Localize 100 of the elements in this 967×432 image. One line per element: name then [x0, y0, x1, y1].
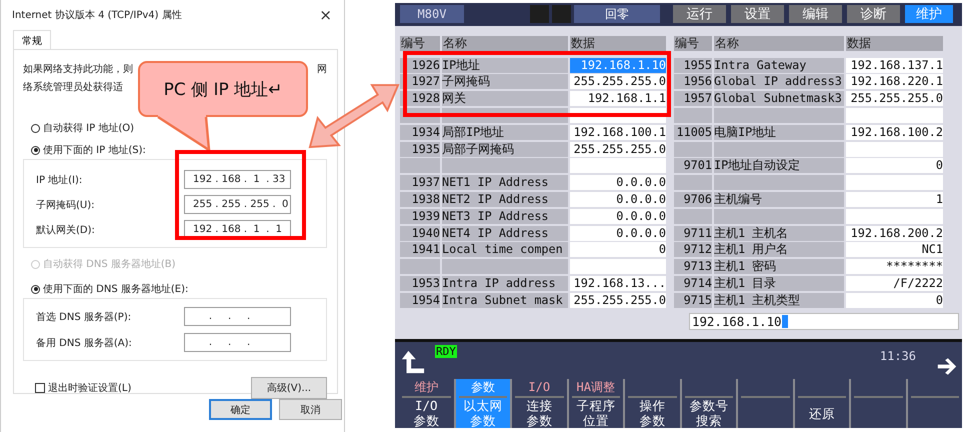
description-text: 网: [317, 63, 327, 76]
description-text: 如果网络支持此功能，则: [23, 62, 133, 76]
table-cell: 9712: [674, 242, 712, 258]
checkbox[interactable]: [35, 383, 45, 393]
table-cell: 1941: [400, 242, 440, 258]
table-cell[interactable]: 192.168.137.1: [846, 58, 943, 73]
table-cell: 主机1 用户名: [714, 242, 844, 258]
radio-button[interactable]: [31, 124, 40, 132]
dialog-button[interactable]: 取消: [279, 399, 342, 420]
table-cell[interactable]: 192.168.220.1: [846, 74, 943, 90]
table-cell: 1927: [400, 74, 440, 90]
softkey[interactable]: I/O 连接 参数: [510, 379, 566, 428]
empty-cell: [674, 175, 712, 190]
table-cell: 局部子网掩码: [442, 142, 568, 157]
radio-label: 自动获得 IP 地址(O): [43, 122, 134, 135]
table-cell[interactable]: 192.168.100.2: [846, 124, 943, 140]
menu-tab[interactable]: 诊断: [847, 5, 900, 24]
table-cell[interactable]: 0.0.0.0: [570, 226, 666, 241]
table-cell: 1938: [400, 192, 440, 208]
softkey[interactable]: HA调整 子程序 位置: [566, 379, 623, 428]
table-cell[interactable]: /F/2222: [846, 276, 943, 292]
table-cell: 1957: [674, 91, 712, 106]
softkey[interactable]: 操作 参数: [623, 379, 680, 428]
return-arrow-icon[interactable]: [401, 349, 425, 375]
softkey[interactable]: [849, 379, 906, 428]
softkey[interactable]: 维护 I/O 参数: [399, 379, 454, 428]
table-cell[interactable]: 255.255.255.0: [570, 142, 666, 157]
dialog-button[interactable]: 确定: [209, 399, 272, 420]
model-label: M80V: [400, 5, 464, 24]
input-field[interactable]: . . .: [184, 307, 291, 326]
indicator-lamp: [530, 5, 549, 24]
radio-button[interactable]: [31, 146, 40, 154]
radio-label: 使用下面的 DNS 服务器地址(E):: [43, 282, 188, 296]
column-header: 名称: [442, 36, 568, 51]
table-cell[interactable]: 0.0.0.0: [570, 175, 666, 190]
table-cell: 电脑IP地址: [714, 124, 844, 140]
table-cell[interactable]: 255.255.255.0: [570, 292, 666, 308]
description-text: 络系统管理员处获得适: [23, 80, 123, 94]
table-cell: 主机1 主机类型: [714, 292, 844, 308]
table-cell: 1928: [400, 91, 440, 106]
table-cell: 主机1 密码: [714, 259, 844, 274]
table-cell[interactable]: 0: [846, 292, 943, 308]
advanced-button[interactable]: 高级(V)...: [251, 377, 327, 399]
table-cell[interactable]: 192.168.13...: [570, 276, 666, 292]
table-cell[interactable]: 192.168.200.2: [846, 226, 943, 241]
table-cell[interactable]: 0: [570, 242, 666, 258]
menu-tab[interactable]: 编辑: [789, 5, 842, 24]
table-cell: IP地址自动设定: [714, 158, 844, 174]
table-cell[interactable]: 192.168.1.1: [570, 91, 666, 106]
table-cell: 1956: [674, 74, 712, 90]
table-cell: 1935: [400, 142, 440, 157]
table-cell[interactable]: 255.255.255.0: [846, 91, 943, 106]
table-cell[interactable]: 0.0.0.0: [570, 208, 666, 224]
field-label: 备用 DNS 服务器(A):: [36, 336, 132, 350]
field-label: 子网掩码(U):: [36, 198, 94, 212]
empty-cell: [400, 158, 440, 174]
input-field[interactable]: 192.168.1.10: [689, 312, 959, 330]
empty-cell: [674, 142, 712, 157]
window-title: Internet 协议版本 4 (TCP/IPv4) 属性: [12, 8, 182, 22]
table-cell[interactable]: 0.0.0.0: [570, 192, 666, 208]
radio-button[interactable]: [31, 284, 40, 294]
table-cell: 1955: [674, 58, 712, 73]
table-cell: Intra IP address: [442, 276, 568, 292]
column-header: 名称: [714, 36, 844, 51]
table-cell: 1939: [400, 208, 440, 224]
softkey[interactable]: 参数号 搜索: [680, 379, 736, 428]
table-cell[interactable]: NC1: [846, 242, 943, 258]
table-cell: Intra Gateway: [714, 58, 844, 73]
input-field[interactable]: 255 . 255 . 255 . 0: [184, 195, 291, 214]
column-header: 数据: [846, 36, 943, 51]
radio-label: 使用下面的 IP 地址(S):: [43, 144, 146, 157]
close-button[interactable]: ×: [315, 6, 336, 24]
checkbox-label: 退出时验证设置(L): [48, 382, 132, 395]
table-cell[interactable]: 255.255.255.0: [570, 74, 666, 90]
indicator-lamp: [552, 5, 571, 24]
table-cell[interactable]: 0: [846, 158, 943, 174]
table-cell: NET2 IP Address: [442, 192, 568, 208]
table-cell: Intra Subnet mask: [442, 292, 568, 308]
softkey[interactable]: 还原: [792, 379, 849, 428]
table-cell: 9713: [674, 259, 712, 274]
tab[interactable]: 常规: [13, 30, 51, 50]
table-cell[interactable]: 1: [846, 192, 943, 208]
input-field[interactable]: 192 . 168 . 1 . 33: [184, 170, 291, 189]
table-cell: Global IP address3: [714, 74, 844, 90]
table-cell: NET1 IP Address: [442, 175, 568, 190]
table-cell: 网关: [442, 91, 568, 106]
input-field[interactable]: . . .: [184, 333, 291, 352]
table-cell[interactable]: 192.168.100.1: [570, 124, 666, 140]
mode-label: 回零: [574, 5, 660, 24]
table-cell: 1937: [400, 175, 440, 190]
softkey[interactable]: [736, 379, 792, 428]
table-cell: 1934: [400, 124, 440, 140]
field-label: 首选 DNS 服务器(P):: [36, 310, 132, 324]
empty-cell: [400, 259, 440, 274]
table-cell[interactable]: ********: [846, 259, 943, 274]
menu-tab[interactable]: 运行: [673, 5, 726, 24]
right-arrow-icon[interactable]: [936, 357, 958, 376]
input-field[interactable]: 192 . 168 . 1 . 1: [184, 220, 291, 239]
clock-text: 11:36: [880, 349, 916, 363]
menu-tab[interactable]: 设置: [731, 5, 784, 24]
